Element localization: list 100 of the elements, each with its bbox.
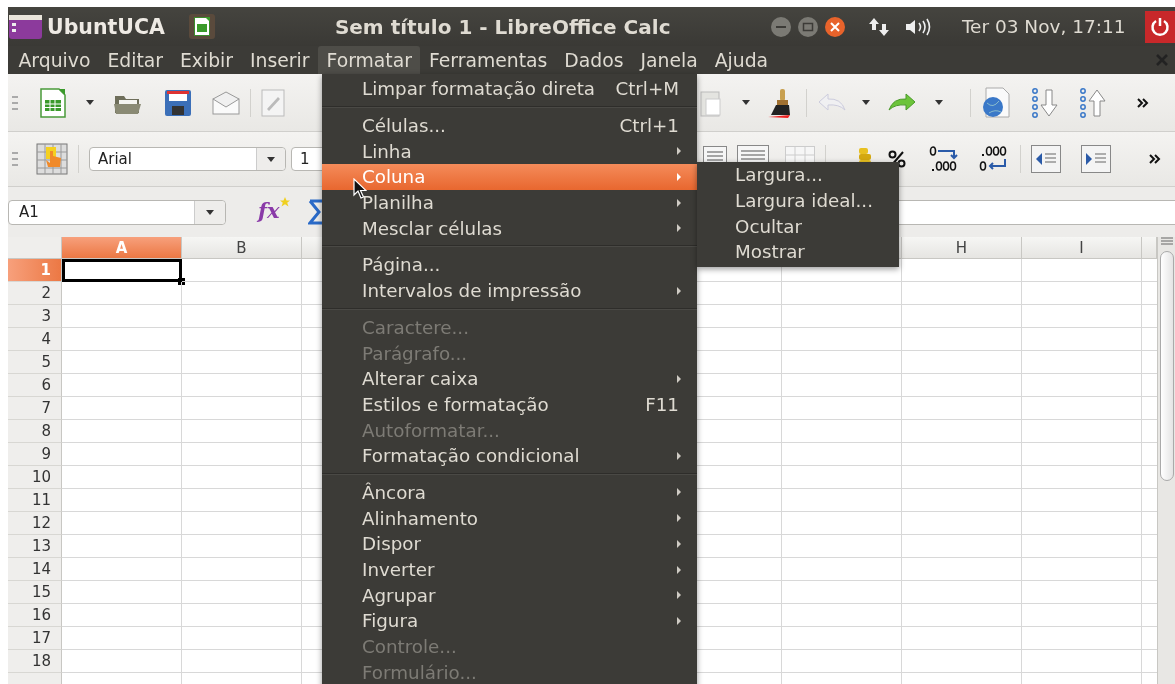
row-header[interactable]: 12 bbox=[8, 512, 62, 535]
network-arrows-icon[interactable] bbox=[867, 16, 890, 37]
menu-item[interactable]: Mesclar células bbox=[322, 215, 697, 242]
cell[interactable] bbox=[902, 397, 1022, 420]
column-header[interactable] bbox=[1142, 237, 1157, 259]
cell[interactable] bbox=[182, 351, 302, 374]
save-icon[interactable] bbox=[164, 88, 192, 117]
cell[interactable] bbox=[1022, 627, 1142, 650]
cell[interactable] bbox=[62, 420, 182, 443]
cell[interactable] bbox=[182, 581, 302, 604]
cell[interactable] bbox=[902, 581, 1022, 604]
cell[interactable] bbox=[902, 512, 1022, 535]
cell[interactable] bbox=[182, 443, 302, 466]
cell[interactable] bbox=[902, 259, 1022, 282]
menu-item[interactable]: Formatar bbox=[318, 46, 421, 74]
sort-ascending-icon[interactable] bbox=[1031, 86, 1059, 119]
cell[interactable] bbox=[62, 328, 182, 351]
row-header[interactable]: 2 bbox=[8, 282, 62, 305]
cell[interactable] bbox=[182, 420, 302, 443]
menu-item[interactable]: Alinhamento bbox=[322, 505, 697, 531]
cell[interactable] bbox=[182, 282, 302, 305]
row-header[interactable]: 10 bbox=[8, 466, 62, 489]
cell[interactable] bbox=[1022, 328, 1142, 351]
cell[interactable] bbox=[1022, 374, 1142, 397]
cell[interactable] bbox=[62, 374, 182, 397]
cell[interactable] bbox=[1022, 489, 1142, 512]
clipboard-icon[interactable] bbox=[700, 88, 722, 117]
menu-item[interactable]: Exibir bbox=[171, 46, 242, 74]
menu-item[interactable]: Limpar formatação direta Ctrl+M bbox=[322, 76, 697, 102]
row-header[interactable]: 3 bbox=[8, 305, 62, 328]
percent-icon[interactable] bbox=[888, 150, 906, 168]
menu-item[interactable]: Página... bbox=[322, 252, 697, 278]
cell[interactable] bbox=[62, 489, 182, 512]
cell[interactable] bbox=[1022, 397, 1142, 420]
menu-item[interactable]: Agrupar bbox=[322, 582, 697, 609]
row-header[interactable]: 8 bbox=[8, 420, 62, 443]
cell[interactable] bbox=[62, 466, 182, 489]
chevrons-icon[interactable] bbox=[1137, 97, 1149, 108]
caret-icon[interactable] bbox=[862, 100, 870, 105]
cell[interactable] bbox=[62, 581, 182, 604]
row-header[interactable]: 11 bbox=[8, 489, 62, 512]
cell[interactable] bbox=[182, 604, 302, 627]
cell[interactable] bbox=[782, 558, 902, 581]
cell[interactable] bbox=[62, 650, 182, 673]
row-header[interactable]: 18 bbox=[8, 650, 62, 673]
cell[interactable] bbox=[1022, 558, 1142, 581]
menu-item[interactable]: Âncora bbox=[322, 479, 697, 506]
cell[interactable] bbox=[182, 305, 302, 328]
cell[interactable] bbox=[782, 604, 902, 627]
cell[interactable] bbox=[782, 650, 902, 673]
row-header[interactable]: 15 bbox=[8, 581, 62, 604]
selected-cell[interactable] bbox=[62, 259, 182, 282]
menu-item[interactable]: Dispor bbox=[322, 531, 697, 557]
increase-indent-icon[interactable] bbox=[1081, 145, 1111, 173]
cell[interactable] bbox=[782, 305, 902, 328]
cell[interactable] bbox=[1022, 512, 1142, 535]
cell[interactable] bbox=[182, 512, 302, 535]
cell[interactable] bbox=[182, 558, 302, 581]
menu-item[interactable]: Ajuda bbox=[706, 46, 777, 74]
menu-item[interactable]: Planilha bbox=[322, 189, 697, 216]
menu-item[interactable]: Ferramentas bbox=[420, 46, 556, 74]
cell[interactable] bbox=[782, 512, 902, 535]
cell[interactable] bbox=[182, 328, 302, 351]
cell[interactable] bbox=[1022, 420, 1142, 443]
cell[interactable] bbox=[782, 443, 902, 466]
caret-icon[interactable] bbox=[742, 100, 750, 105]
cell[interactable] bbox=[782, 351, 902, 374]
menu-item[interactable]: Figura bbox=[322, 608, 697, 634]
menu-item[interactable]: Estilos e formatação F11 bbox=[322, 391, 697, 418]
power-icon[interactable] bbox=[1150, 16, 1170, 37]
cell[interactable] bbox=[182, 535, 302, 558]
row-header[interactable]: 4 bbox=[8, 328, 62, 351]
cell[interactable] bbox=[902, 282, 1022, 305]
cell[interactable] bbox=[182, 259, 302, 282]
cell[interactable] bbox=[1022, 351, 1142, 374]
chevrons-icon[interactable] bbox=[1149, 154, 1161, 164]
cell[interactable] bbox=[182, 397, 302, 420]
close-button[interactable] bbox=[823, 15, 846, 38]
cell[interactable] bbox=[782, 397, 902, 420]
cell[interactable] bbox=[902, 558, 1022, 581]
cell[interactable] bbox=[902, 466, 1022, 489]
menu-item[interactable]: Arquivo bbox=[10, 46, 99, 74]
menu-item[interactable]: Janela bbox=[632, 46, 707, 74]
toolbar-grip-icon[interactable] bbox=[12, 152, 18, 166]
cell[interactable] bbox=[1022, 443, 1142, 466]
edit-document-icon[interactable] bbox=[261, 88, 285, 117]
cell[interactable] bbox=[782, 374, 902, 397]
row-header[interactable]: 6 bbox=[8, 374, 62, 397]
row-header[interactable]: 13 bbox=[8, 535, 62, 558]
menu-item[interactable]: Largura ideal... bbox=[697, 187, 899, 214]
sheet-hand-icon[interactable] bbox=[36, 143, 68, 175]
cell[interactable] bbox=[62, 351, 182, 374]
add-decimal-icon[interactable] bbox=[928, 145, 960, 173]
cell[interactable] bbox=[902, 650, 1022, 673]
cell[interactable] bbox=[62, 535, 182, 558]
cell[interactable] bbox=[782, 489, 902, 512]
menu-item[interactable]: Mostrar bbox=[697, 239, 899, 265]
menu-item[interactable]: Linha bbox=[322, 138, 697, 165]
cell[interactable] bbox=[182, 466, 302, 489]
cell[interactable] bbox=[902, 443, 1022, 466]
